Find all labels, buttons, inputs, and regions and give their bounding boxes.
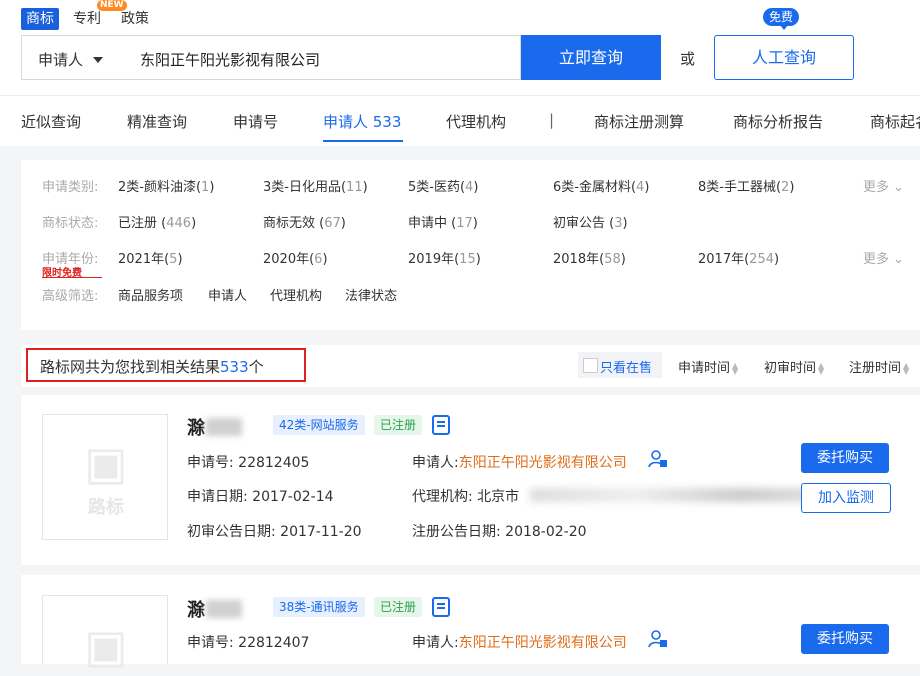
sort-application-time[interactable]: 申请时间 ▲ ▼ — [678, 357, 741, 376]
nav-exact-query[interactable]: 精准查询 — [127, 111, 187, 132]
promo-underline — [42, 277, 102, 278]
only-on-sale-checkbox[interactable] — [583, 358, 598, 373]
only-on-sale-label[interactable]: 只看在售 — [600, 357, 652, 376]
year-option[interactable]: 2020年(6) — [263, 248, 328, 267]
person-search-icon[interactable] — [648, 629, 668, 649]
trademark-name[interactable]: 滁 — [187, 596, 205, 622]
commission-buy-button[interactable]: 委托购买 — [801, 624, 889, 654]
year-option[interactable]: 2017年(254) — [698, 248, 779, 267]
query-button[interactable]: 立即查询 — [521, 35, 661, 80]
logo-watermark: 路标 — [88, 497, 124, 518]
status-option[interactable]: 已注册 (446) — [118, 212, 196, 231]
registration-announce-date: 注册公告日期: 2018-02-20 — [412, 524, 587, 540]
category-option[interactable]: 3类-日化用品(11) — [263, 176, 368, 195]
year-option[interactable]: 2021年(5) — [118, 248, 183, 267]
category-more-button[interactable]: 更多 ⌄ — [863, 176, 904, 195]
sort-prelim-time[interactable]: 初审时间 ▲ ▼ — [764, 357, 827, 376]
nav-applicant[interactable]: 申请人 533 — [323, 111, 401, 132]
year-option[interactable]: 2019年(15) — [408, 248, 481, 267]
certificate-icon — [432, 415, 450, 435]
nav-registration-estimate[interactable]: 商标注册测算 — [594, 111, 684, 132]
result-count: 533 — [220, 358, 249, 376]
or-text: 或 — [680, 50, 696, 68]
application-no: 申请号: 22812405 — [187, 455, 310, 471]
sort-registration-time[interactable]: 注册时间 ▲ ▼ — [849, 357, 912, 376]
sort-icon: ▲ ▼ — [903, 360, 910, 376]
tab-policy[interactable]: 政策 — [121, 8, 149, 30]
blurred-name — [206, 600, 242, 618]
sort-icon: ▲ ▼ — [732, 360, 739, 376]
sort-icon: ▲ ▼ — [818, 360, 825, 376]
tab-trademark[interactable]: 商标 — [21, 8, 59, 30]
category-option[interactable]: 6类-金属材料(4) — [553, 176, 649, 195]
result-summary: 路标网共为您找到相关结果533个 — [40, 358, 264, 376]
application-date: 申请日期: 2017-02-14 — [187, 489, 334, 505]
year-option[interactable]: 2018年(58) — [553, 248, 626, 267]
nav-analysis-report[interactable]: 商标分析报告 — [733, 111, 823, 132]
nav-application-no[interactable]: 申请号 — [233, 111, 278, 132]
nav-agency[interactable]: 代理机构 — [446, 111, 506, 132]
agency: 代理机构: 北京市 — [412, 489, 520, 505]
free-badge-tail — [780, 25, 788, 30]
manual-query-button[interactable]: 人工查询 — [714, 35, 854, 80]
applicant: 申请人:东阳正午阳光影视有限公司 — [412, 635, 627, 651]
caret-down-icon[interactable] — [93, 57, 103, 63]
free-badge: 免费 — [763, 8, 800, 26]
applicant: 申请人:东阳正午阳光影视有限公司 — [412, 455, 627, 471]
status-option[interactable]: 商标无效 (67) — [263, 212, 346, 231]
advanced-goods-services[interactable]: 商品服务项 — [118, 285, 183, 304]
blurred-name — [206, 418, 242, 436]
chevron-down-icon: ⌄ — [893, 252, 905, 267]
trademark-name[interactable]: 滁 — [187, 414, 205, 440]
nav-similar-query[interactable]: 近似查询 — [21, 111, 81, 132]
category-option[interactable]: 2类-颜料油漆(1) — [118, 176, 214, 195]
logo-placeholder-icon: ▣ — [84, 436, 128, 490]
class-tag: 42类-网站服务 — [273, 415, 365, 435]
chevron-down-icon: ⌄ — [893, 180, 905, 195]
advanced-filter-label: 高级筛选: — [42, 289, 99, 304]
prelim-announce-date: 初审公告日期: 2017-11-20 — [187, 524, 362, 540]
category-label: 申请类别: — [42, 180, 99, 195]
year-more-button[interactable]: 更多 ⌄ — [863, 248, 904, 267]
trademark-logo[interactable]: ▣ — [42, 595, 168, 673]
application-no: 申请号: 22812407 — [187, 635, 310, 651]
commission-buy-button[interactable]: 委托购买 — [801, 443, 889, 473]
trademark-logo[interactable]: ▣ 路标 — [42, 414, 168, 540]
nav-naming[interactable]: 商标起名 — [870, 111, 920, 132]
advanced-legal-status[interactable]: 法律状态 — [345, 285, 397, 304]
applicant-link[interactable]: 东阳正午阳光影视有限公司 — [459, 455, 627, 471]
logo-placeholder-icon: ▣ — [84, 619, 128, 673]
add-monitor-button[interactable]: 加入监测 — [801, 483, 891, 513]
certificate-icon — [432, 597, 450, 617]
status-label: 商标状态: — [42, 216, 99, 231]
status-option[interactable]: 申请中 (17) — [408, 212, 478, 231]
new-badge: NEW — [97, 0, 127, 11]
tab-patent[interactable]: 专利 — [73, 8, 101, 30]
category-option[interactable]: 8类-手工器械(2) — [698, 176, 794, 195]
advanced-agency[interactable]: 代理机构 — [270, 285, 322, 304]
search-input[interactable]: 东阳正午阳光影视有限公司 — [140, 49, 320, 70]
status-option[interactable]: 初审公告 (3) — [553, 212, 628, 231]
applicant-link[interactable]: 东阳正午阳光影视有限公司 — [459, 635, 627, 651]
active-tab-underline — [323, 140, 403, 142]
search-type-select[interactable]: 申请人 — [38, 49, 83, 70]
category-option[interactable]: 5类-医药(4) — [408, 176, 478, 195]
status-badge: 已注册 — [374, 597, 423, 617]
class-tag: 38类-通讯服务 — [273, 597, 365, 617]
status-badge: 已注册 — [374, 415, 423, 435]
nav-divider: | — [549, 111, 555, 129]
person-search-icon[interactable] — [648, 449, 668, 469]
advanced-applicant[interactable]: 申请人 — [208, 285, 247, 304]
